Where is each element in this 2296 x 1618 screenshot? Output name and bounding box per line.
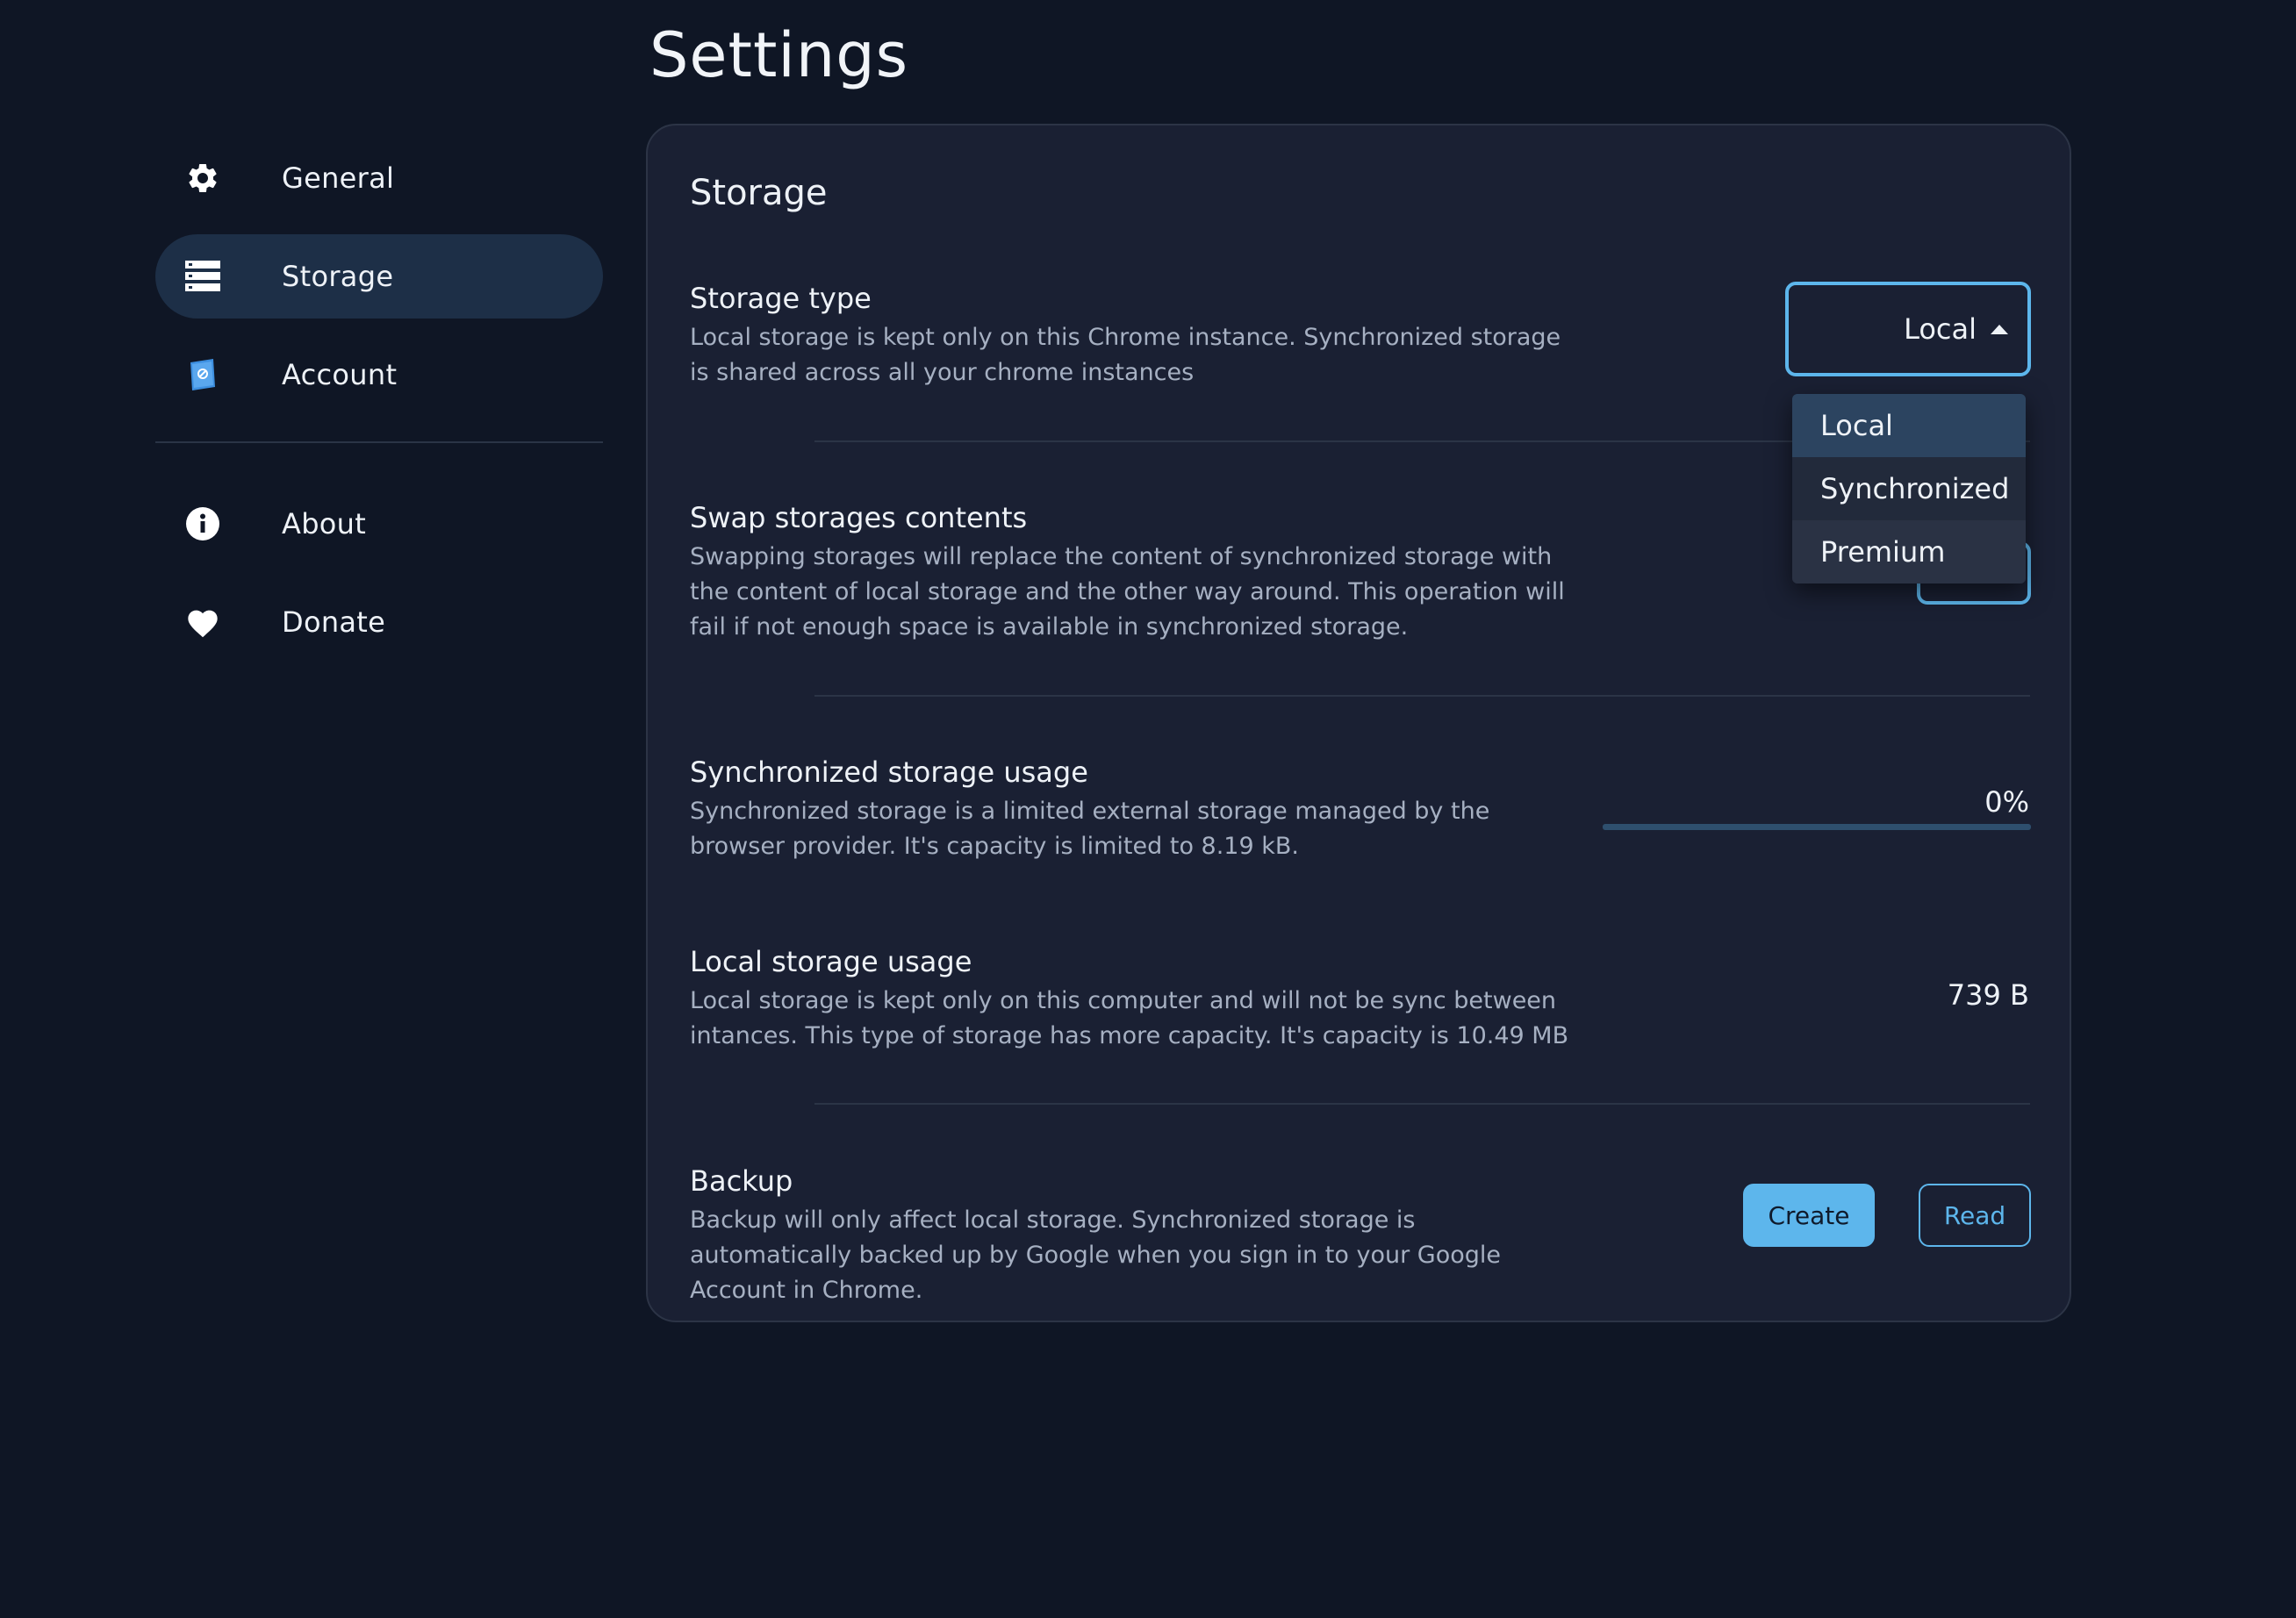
info-icon — [185, 506, 220, 541]
caret-up-icon — [1991, 324, 2008, 334]
card-title: Storage — [690, 173, 828, 213]
sidebar-item-label: Donate — [282, 605, 386, 639]
storage-type-menu: Local Synchronized Premium — [1792, 394, 2026, 583]
divider — [814, 695, 2030, 697]
backup-section: Backup Backup will only affect local sto… — [690, 1164, 1568, 1308]
sidebar-item-donate[interactable]: Donate — [155, 580, 603, 664]
sync-usage-section: Synchronized storage usage Synchronized … — [690, 755, 1568, 864]
section-description: Swapping storages will replace the conte… — [690, 543, 1565, 641]
local-usage-value: 739 B — [1947, 978, 2029, 1012]
page-title: Settings — [649, 19, 909, 91]
gear-icon — [185, 161, 220, 196]
local-usage-section: Local storage usage Local storage is kep… — [690, 945, 1568, 1054]
sidebar-item-label: General — [282, 161, 395, 195]
storage-icon — [185, 259, 220, 294]
divider — [814, 1103, 2030, 1105]
section-title: Swap storages contents — [690, 501, 1028, 534]
create-backup-button[interactable]: Create — [1743, 1184, 1875, 1247]
sidebar-item-label: Account — [282, 358, 398, 391]
sidebar-item-storage[interactable]: Storage — [155, 234, 603, 319]
heart-icon — [185, 605, 220, 640]
sync-usage-progress — [1603, 824, 2031, 830]
section-description: Synchronized storage is a limited extern… — [690, 798, 1490, 860]
sync-usage-value: 0% — [1984, 785, 2029, 819]
sidebar-item-label: Storage — [282, 260, 394, 293]
section-description: Backup will only affect local storage. S… — [690, 1206, 1501, 1304]
section-title: Synchronized storage usage — [690, 755, 1088, 789]
swap-section: Swap storages contents Swapping storages… — [690, 501, 1568, 645]
menu-item-local[interactable]: Local — [1792, 394, 2026, 457]
storage-card: Storage Storage type Local storage is ke… — [646, 124, 2071, 1322]
read-backup-button[interactable]: Read — [1919, 1184, 2031, 1247]
settings-page: Settings General Storage Account About D… — [0, 0, 2296, 1618]
sidebar-item-about[interactable]: About — [155, 482, 603, 566]
sidebar-item-label: About — [282, 507, 367, 541]
menu-item-synchronized[interactable]: Synchronized — [1792, 457, 2026, 520]
section-title: Backup — [690, 1164, 793, 1198]
account-icon — [185, 357, 220, 392]
storage-type-select[interactable]: Local — [1785, 282, 2031, 376]
storage-type-section: Storage type Local storage is kept only … — [690, 282, 1568, 390]
select-value: Local — [1904, 312, 1977, 346]
section-title: Local storage usage — [690, 945, 972, 978]
section-description: Local storage is kept only on this compu… — [690, 987, 1569, 1049]
sidebar-item-general[interactable]: General — [155, 136, 603, 220]
sidebar-item-account[interactable]: Account — [155, 333, 603, 417]
sidebar-divider — [155, 441, 603, 443]
menu-item-premium[interactable]: Premium — [1792, 520, 2026, 583]
section-title: Storage type — [690, 282, 872, 315]
sidebar: General Storage Account About Donate — [155, 136, 603, 678]
section-description: Local storage is kept only on this Chrom… — [690, 324, 1561, 386]
